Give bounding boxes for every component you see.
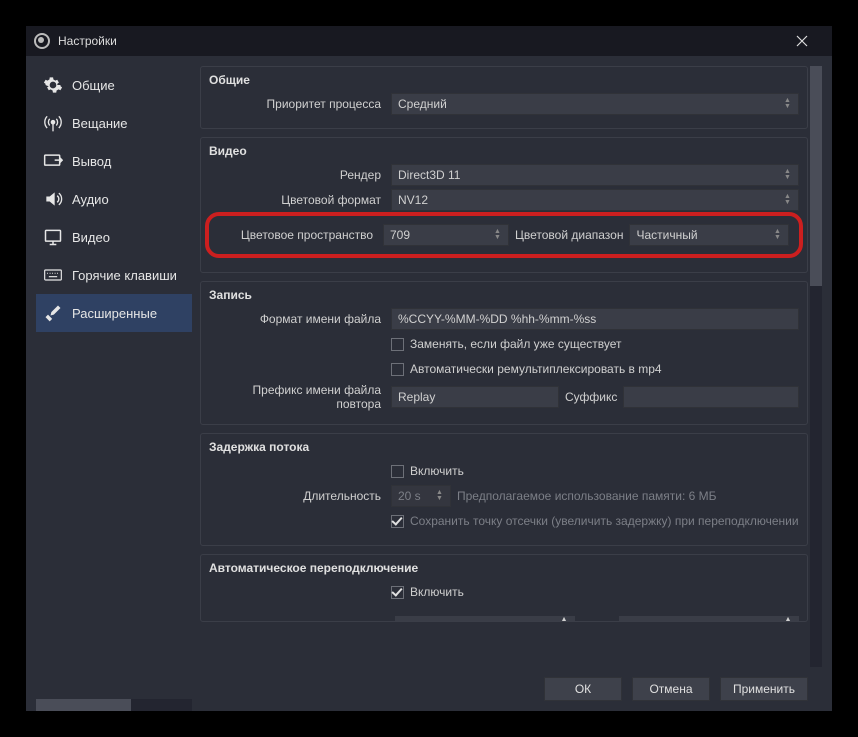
- label-delay-enable: Включить: [410, 464, 464, 478]
- spinner-arrows-icon: ▲▼: [784, 190, 794, 210]
- slider[interactable]: ▴: [395, 616, 575, 622]
- sidebar-item-label: Вывод: [72, 154, 111, 169]
- label-suffix: Суффикс: [565, 390, 617, 404]
- select-color-range[interactable]: Частичный ▲▼: [629, 224, 789, 246]
- cancel-button[interactable]: Отмена: [632, 677, 710, 701]
- sidebar-item-advanced[interactable]: Расширенные: [36, 294, 192, 332]
- apply-button[interactable]: Применить: [720, 677, 808, 701]
- broadcast-icon: [42, 112, 64, 134]
- sidebar-item-label: Видео: [72, 230, 110, 245]
- group-title: Видео: [209, 144, 799, 158]
- output-icon: [42, 150, 64, 172]
- select-renderer[interactable]: Direct3D 11 ▲▼: [391, 164, 799, 186]
- spinner-arrows-icon: ▲▼: [436, 486, 446, 506]
- label-color-range: Цветовой диапазон: [515, 228, 623, 242]
- sidebar-item-general[interactable]: Общие: [36, 66, 192, 104]
- chevron-up-icon: ▴: [785, 612, 799, 622]
- sidebar-item-hotkeys[interactable]: Горячие клавиши: [36, 256, 192, 294]
- spinner-arrows-icon: ▲▼: [494, 225, 504, 245]
- group-title: Автоматическое переподключение: [209, 561, 799, 575]
- sidebar-item-label: Вещание: [72, 116, 128, 131]
- group-title: Задержка потока: [209, 440, 799, 454]
- audio-icon: [42, 188, 64, 210]
- input-suffix[interactable]: [623, 386, 799, 408]
- sidebar-item-output[interactable]: Вывод: [36, 142, 192, 180]
- vertical-scrollbar[interactable]: [810, 66, 822, 667]
- label-color-format: Цветовой формат: [209, 193, 385, 207]
- select-process-priority[interactable]: Средний ▲▼: [391, 93, 799, 115]
- label-filename-format: Формат имени файла: [209, 312, 385, 326]
- sidebar-item-label: Аудио: [72, 192, 109, 207]
- label-preserve-cutoff: Сохранить точку отсечки (увеличить задер…: [410, 514, 799, 528]
- spinner-arrows-icon: ▲▼: [774, 225, 784, 245]
- input-value: Replay: [398, 390, 435, 404]
- input-filename-format[interactable]: %CCYY-%MM-%DD %hh-%mm-%ss: [391, 308, 799, 330]
- sidebar-item-stream[interactable]: Вещание: [36, 104, 192, 142]
- slider[interactable]: ▴: [619, 616, 799, 622]
- label-memory: Предполагаемое использование памяти: 6 М…: [457, 489, 717, 503]
- settings-window: Настройки Общие Вещание: [26, 26, 832, 711]
- group-auto-reconnect: Автоматическое переподключение Включить …: [200, 554, 808, 622]
- app-logo-icon: [34, 33, 50, 49]
- select-value: Direct3D 11: [398, 168, 460, 182]
- select-value: Частичный: [636, 228, 697, 242]
- select-color-space[interactable]: 709 ▲▼: [383, 224, 509, 246]
- label-process-priority: Приоритет процесса: [209, 97, 385, 111]
- select-value: 709: [390, 228, 410, 242]
- sidebar: Общие Вещание Вывод: [36, 66, 192, 711]
- label-replay-prefix: Префикс имени файла повтора: [209, 383, 385, 411]
- label-reconnect-enable: Включить: [410, 585, 464, 599]
- spinner-arrows-icon: ▲▼: [784, 165, 794, 185]
- chevron-up-icon: ▴: [561, 612, 575, 622]
- titlebar: Настройки: [26, 26, 832, 56]
- label-remux: Автоматически ремультиплексировать в mp4: [410, 362, 662, 376]
- select-color-format[interactable]: NV12 ▲▼: [391, 189, 799, 211]
- sidebar-scrollbar[interactable]: [36, 699, 192, 711]
- checkbox-delay-enable[interactable]: [391, 465, 404, 478]
- input-replay-prefix[interactable]: Replay: [391, 386, 559, 408]
- label-overwrite: Заменять, если файл уже существует: [410, 337, 622, 351]
- tools-icon: [42, 302, 64, 324]
- label-color-space: Цветовое пространство: [219, 228, 377, 242]
- window-title: Настройки: [58, 34, 780, 48]
- group-stream-delay: Задержка потока Включить Длительность 20…: [200, 433, 808, 546]
- video-icon: [42, 226, 64, 248]
- spin-value: 20 s: [398, 489, 421, 503]
- group-title: Запись: [209, 288, 799, 302]
- close-button[interactable]: [780, 26, 824, 56]
- checkbox-remux[interactable]: [391, 363, 404, 376]
- ok-button[interactable]: ОК: [544, 677, 622, 701]
- sidebar-item-label: Общие: [72, 78, 115, 93]
- keyboard-icon: [42, 264, 64, 286]
- select-value: Средний: [398, 97, 447, 111]
- group-general: Общие Приоритет процесса Средний ▲▼: [200, 66, 808, 129]
- label-renderer: Рендер: [209, 168, 385, 182]
- label-duration: Длительность: [209, 489, 385, 503]
- sidebar-item-label: Горячие клавиши: [72, 268, 177, 283]
- checkbox-reconnect-enable[interactable]: [391, 586, 404, 599]
- dialog-footer: ОК Отмена Применить: [200, 667, 822, 711]
- spin-duration[interactable]: 20 s ▲▼: [391, 485, 451, 507]
- main-panel: Общие Приоритет процесса Средний ▲▼ Виде…: [200, 66, 822, 711]
- sidebar-item-label: Расширенные: [72, 306, 157, 321]
- checkbox-overwrite[interactable]: [391, 338, 404, 351]
- input-value: %CCYY-%MM-%DD %hh-%mm-%ss: [398, 312, 596, 326]
- group-title: Общие: [209, 73, 799, 87]
- sidebar-item-video[interactable]: Видео: [36, 218, 192, 256]
- checkbox-preserve-cutoff[interactable]: [391, 515, 404, 528]
- group-video: Видео Рендер Direct3D 11 ▲▼ Цветовой фор…: [200, 137, 808, 273]
- spinner-arrows-icon: ▲▼: [784, 94, 794, 114]
- gear-icon: [42, 74, 64, 96]
- select-value: NV12: [398, 193, 428, 207]
- highlight-annotation: Цветовое пространство 709 ▲▼ Цветовой ди…: [205, 212, 803, 258]
- group-recording: Запись Формат имени файла %CCYY-%MM-%DD …: [200, 281, 808, 425]
- sidebar-item-audio[interactable]: Аудио: [36, 180, 192, 218]
